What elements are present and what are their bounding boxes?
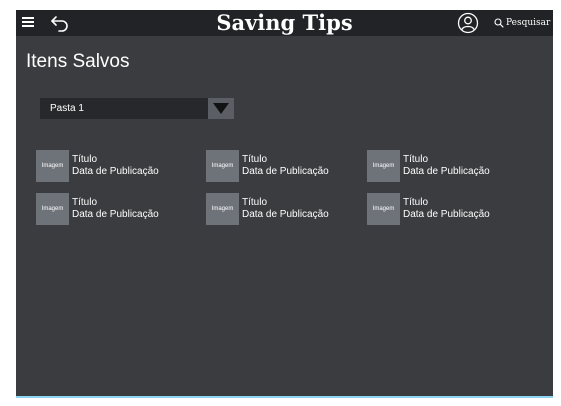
item-title: Título — [72, 154, 98, 165]
item-text: Título Data de Publicação — [403, 193, 490, 225]
item-title: Título — [242, 197, 268, 208]
search-button[interactable]: Pesquisar — [494, 10, 550, 36]
saved-item-card[interactable]: Imagem Título Data de Publicação — [367, 193, 517, 225]
item-image-placeholder: Imagem — [206, 150, 239, 182]
item-image-placeholder: Imagem — [36, 193, 69, 225]
item-date: Data de Publicação — [72, 166, 159, 177]
item-image-placeholder: Imagem — [36, 150, 69, 182]
item-image-placeholder: Imagem — [367, 193, 400, 225]
item-date: Data de Publicação — [72, 209, 159, 220]
item-image-placeholder: Imagem — [206, 193, 239, 225]
item-text: Título Data de Publicação — [242, 193, 329, 225]
item-title: Título — [403, 154, 429, 165]
item-text: Título Data de Publicação — [72, 150, 159, 182]
page-title: Itens Salvos — [26, 51, 130, 72]
item-title: Título — [242, 154, 268, 165]
item-date: Data de Publicação — [242, 209, 329, 220]
item-date: Data de Publicação — [242, 166, 329, 177]
saved-item-card[interactable]: Imagem Título Data de Publicação — [36, 193, 186, 225]
dropdown-toggle[interactable] — [208, 98, 234, 119]
app-window: Saving Tips Pesquisar Itens Salvos Pasta… — [16, 10, 553, 398]
bottom-accent-line — [16, 396, 553, 398]
folder-selected-value: Pasta 1 — [40, 98, 208, 119]
saved-item-card[interactable]: Imagem Título Data de Publicação — [36, 150, 186, 182]
back-arrow-icon[interactable] — [50, 14, 70, 32]
saved-item-card[interactable]: Imagem Título Data de Publicação — [367, 150, 517, 182]
item-text: Título Data de Publicação — [72, 193, 159, 225]
hamburger-menu-icon[interactable] — [22, 16, 34, 28]
saved-item-card[interactable]: Imagem Título Data de Publicação — [206, 193, 356, 225]
item-date: Data de Publicação — [403, 166, 490, 177]
folder-dropdown[interactable]: Pasta 1 — [40, 98, 234, 119]
item-image-placeholder: Imagem — [367, 150, 400, 182]
saved-item-card[interactable]: Imagem Título Data de Publicação — [206, 150, 356, 182]
item-text: Título Data de Publicação — [403, 150, 490, 182]
item-date: Data de Publicação — [403, 209, 490, 220]
user-profile-icon[interactable] — [457, 12, 479, 34]
triangle-down-icon — [213, 103, 229, 114]
item-title: Título — [72, 197, 98, 208]
search-label: Pesquisar — [506, 18, 551, 28]
item-text: Título Data de Publicação — [242, 150, 329, 182]
item-title: Título — [403, 197, 429, 208]
top-bar: Saving Tips Pesquisar — [16, 10, 553, 36]
search-icon — [494, 18, 504, 28]
